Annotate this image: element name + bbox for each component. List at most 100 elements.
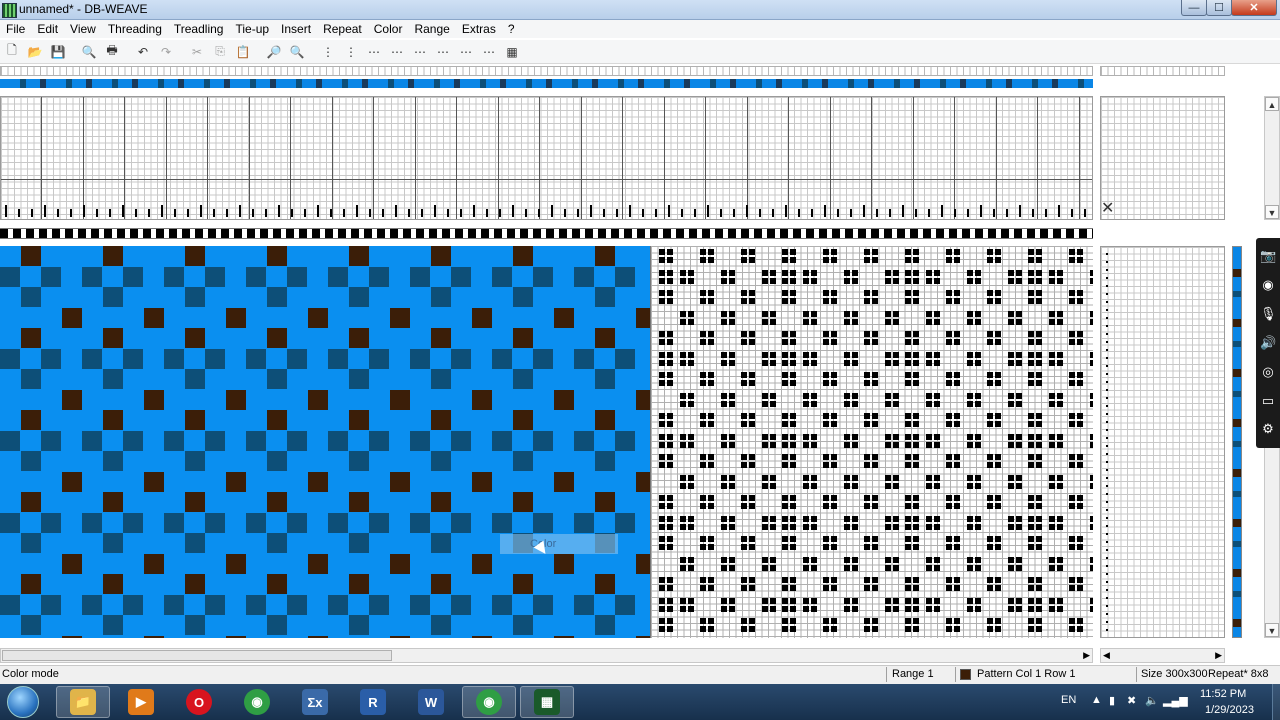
save-icon[interactable]: 💾 bbox=[48, 42, 68, 62]
tray-expand-icon[interactable]: ▲ bbox=[1091, 694, 1102, 706]
menu-help[interactable]: ? bbox=[502, 22, 521, 36]
pattern-cell bbox=[164, 348, 184, 369]
print-preview-icon[interactable]: 🔍 bbox=[79, 42, 99, 62]
horizontal-scrollbar-small[interactable]: ◀ ▶ bbox=[1100, 648, 1225, 663]
taskbar-app-chrome-2[interactable]: ◉ bbox=[462, 686, 516, 718]
tray-app-icon[interactable]: ▮ bbox=[1109, 694, 1115, 707]
taskbar-app-explorer[interactable]: 📁 bbox=[56, 686, 110, 718]
pattern-2-icon[interactable]: ⋯ bbox=[387, 42, 407, 62]
microphone-icon[interactable]: 🎙 bbox=[1260, 306, 1277, 322]
vertical-scrollbar-top[interactable]: ▲ ▼ bbox=[1264, 96, 1280, 220]
threading-grid[interactable] bbox=[0, 96, 1093, 220]
warp-color-strip[interactable] bbox=[0, 79, 1093, 88]
binding-cell bbox=[987, 577, 1001, 591]
pattern-color-view[interactable] bbox=[0, 246, 650, 638]
taskbar-app-r-app[interactable]: R bbox=[346, 686, 400, 718]
tie-up-grid[interactable] bbox=[1100, 96, 1225, 220]
pattern-cell bbox=[635, 307, 650, 328]
pattern-cell bbox=[512, 369, 533, 389]
volume-icon[interactable]: 🔈 bbox=[1145, 694, 1159, 707]
taskbar-app-chrome[interactable]: ◉ bbox=[230, 686, 284, 718]
binding-cell bbox=[987, 290, 1001, 304]
scroll-right-icon[interactable]: ▶ bbox=[1215, 649, 1222, 662]
scroll-left-icon[interactable]: ◀ bbox=[1103, 649, 1110, 662]
threading-mark bbox=[733, 209, 735, 217]
binding-cell bbox=[823, 577, 837, 591]
clock-date[interactable]: 1/29/2023 bbox=[1205, 704, 1254, 716]
minimize-button[interactable]: — bbox=[1181, 0, 1207, 16]
start-button[interactable] bbox=[4, 684, 42, 720]
zoom-out-icon[interactable]: 🔍 bbox=[287, 42, 307, 62]
scroll-thumb[interactable] bbox=[2, 650, 392, 661]
copy-icon[interactable]: ⎘ bbox=[210, 42, 230, 62]
menu-treadling[interactable]: Treadling bbox=[168, 22, 230, 36]
binding-cell bbox=[659, 495, 673, 509]
taskbar-app-math-app[interactable]: Σx bbox=[288, 686, 342, 718]
weft-color-strip[interactable] bbox=[1232, 246, 1242, 638]
show-desktop-button[interactable] bbox=[1272, 684, 1280, 720]
menu-extras[interactable]: Extras bbox=[456, 22, 502, 36]
treadling-mark bbox=[1106, 421, 1108, 423]
clock-time[interactable]: 11:52 PM bbox=[1200, 688, 1246, 700]
record-icon[interactable]: ◉ bbox=[1260, 277, 1276, 293]
signal-icon[interactable]: ▂▄▆ bbox=[1163, 694, 1188, 707]
pattern-5-icon[interactable]: ⋯ bbox=[456, 42, 476, 62]
zoom-in-icon[interactable]: 🔎 bbox=[264, 42, 284, 62]
pattern-4-icon[interactable]: ⋯ bbox=[433, 42, 453, 62]
align-right-icon[interactable]: ⋮ bbox=[341, 42, 361, 62]
menu-tie-up[interactable]: Tie-up bbox=[229, 22, 275, 36]
pattern-cell bbox=[61, 635, 82, 638]
menu-threading[interactable]: Threading bbox=[102, 22, 168, 36]
treadling-grid[interactable] bbox=[1100, 246, 1225, 638]
scroll-up-icon[interactable]: ▲ bbox=[1265, 97, 1279, 111]
pattern-cell bbox=[369, 512, 389, 533]
maximize-button[interactable]: ☐ bbox=[1206, 0, 1232, 16]
taskbar-app-opera[interactable]: O bbox=[172, 686, 226, 718]
language-indicator[interactable]: EN bbox=[1061, 694, 1076, 706]
scroll-down-icon[interactable]: ▼ bbox=[1265, 205, 1279, 219]
scroll-down-icon[interactable]: ▼ bbox=[1265, 623, 1279, 637]
network-error-icon[interactable]: ✖ bbox=[1127, 694, 1136, 707]
print-icon[interactable]: 🖶 bbox=[102, 42, 122, 62]
camera-icon[interactable]: 📷 bbox=[1260, 248, 1276, 264]
pattern-cell bbox=[123, 348, 143, 369]
pattern-1-icon[interactable]: ⋯ bbox=[364, 42, 384, 62]
taskbar-app-word[interactable]: W bbox=[404, 686, 458, 718]
speaker-icon[interactable]: 🔊 bbox=[1260, 335, 1276, 351]
threading-mark bbox=[70, 209, 72, 217]
binding-cell bbox=[659, 536, 673, 550]
menu-edit[interactable]: Edit bbox=[31, 22, 64, 36]
menu-repeat[interactable]: Repeat bbox=[317, 22, 368, 36]
pattern-cell bbox=[615, 266, 635, 287]
close-button[interactable]: ✕ bbox=[1231, 0, 1277, 16]
pegplan-strip[interactable] bbox=[0, 228, 1093, 239]
screen-icon[interactable]: ▭ bbox=[1260, 393, 1276, 409]
pattern-7-icon[interactable]: ▦ bbox=[502, 42, 522, 62]
binding-cell bbox=[823, 372, 837, 386]
settings-icon[interactable]: ⚙ bbox=[1260, 421, 1276, 437]
menu-view[interactable]: View bbox=[64, 22, 102, 36]
horizontal-scrollbar[interactable]: ▶ bbox=[0, 648, 1093, 663]
taskbar-app-db-weave[interactable]: ▦ bbox=[520, 686, 574, 718]
pattern-6-icon[interactable]: ⋯ bbox=[479, 42, 499, 62]
undo-icon[interactable]: ↶ bbox=[133, 42, 153, 62]
threading-major-line bbox=[705, 97, 706, 219]
pattern-cell bbox=[553, 389, 574, 410]
webcam-icon[interactable]: ◎ bbox=[1260, 364, 1276, 380]
menu-file[interactable]: File bbox=[0, 22, 31, 36]
pattern-3-icon[interactable]: ⋯ bbox=[410, 42, 430, 62]
pattern-binding-view[interactable] bbox=[650, 246, 1093, 638]
menu-color[interactable]: Color bbox=[368, 22, 409, 36]
new-icon[interactable]: 🗋 bbox=[2, 42, 22, 62]
taskbar-app-media-player[interactable]: ▶ bbox=[114, 686, 168, 718]
menu-range[interactable]: Range bbox=[408, 22, 455, 36]
redo-icon[interactable]: ↷ bbox=[156, 42, 176, 62]
scroll-right-icon[interactable]: ▶ bbox=[1083, 649, 1090, 662]
paste-icon[interactable]: 📋 bbox=[233, 42, 253, 62]
threading-mark bbox=[226, 209, 228, 217]
open-icon[interactable]: 📂 bbox=[25, 42, 45, 62]
menu-insert[interactable]: Insert bbox=[275, 22, 317, 36]
align-left-icon[interactable]: ⋮ bbox=[318, 42, 338, 62]
cut-icon[interactable]: ✂ bbox=[187, 42, 207, 62]
pattern-cell bbox=[512, 246, 533, 266]
